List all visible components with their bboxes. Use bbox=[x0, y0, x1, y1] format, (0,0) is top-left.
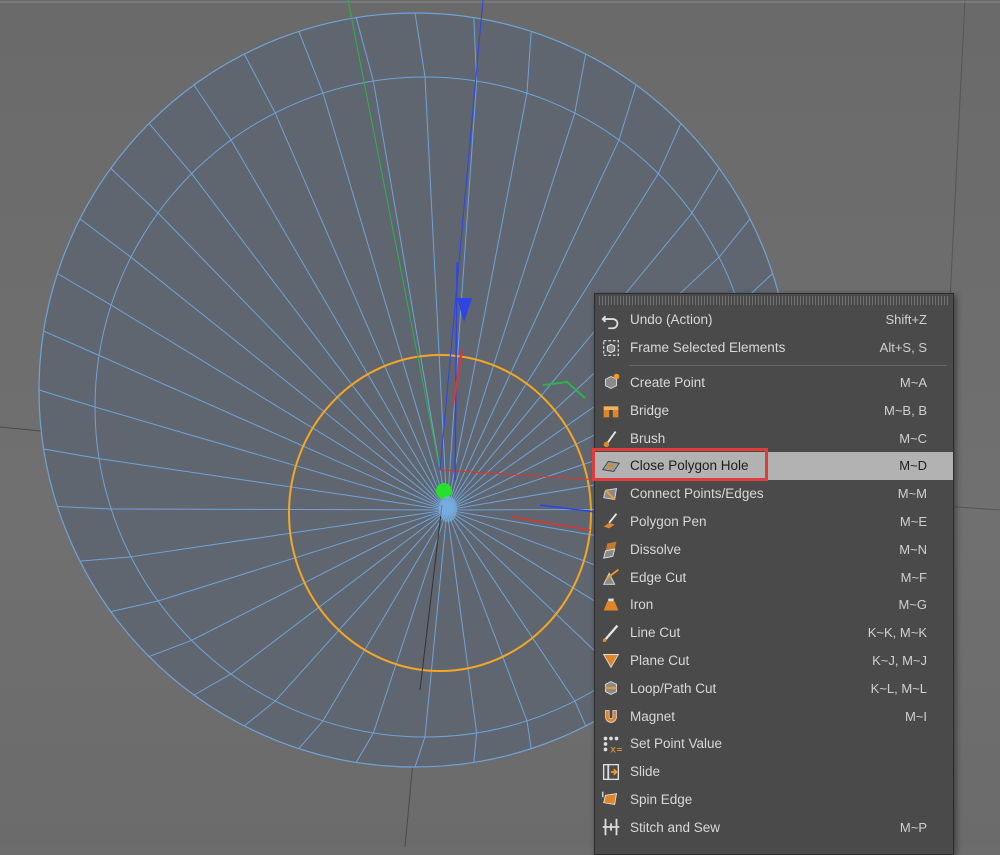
menu-item-slide[interactable]: Slide bbox=[595, 758, 953, 786]
menu-item-spin-edge[interactable]: Spin Edge bbox=[595, 786, 953, 814]
menu-item-loop-path-cut[interactable]: Loop/Path Cut K~L, M~L bbox=[595, 674, 953, 702]
dissolve-icon bbox=[599, 537, 623, 561]
menu-item-label: Polygon Pen bbox=[630, 513, 707, 529]
menu-item-line-cut[interactable]: Line Cut K~K, M~K bbox=[595, 619, 953, 647]
menu-item-set-point-value[interactable]: x= Set Point Value bbox=[595, 730, 953, 758]
stitch-and-sew-icon bbox=[599, 815, 623, 839]
menu-item-shortcut: M~M bbox=[897, 486, 927, 502]
menu-item-polygon-pen[interactable]: Polygon Pen M~E bbox=[595, 508, 953, 536]
menu-item-shortcut: M~E bbox=[899, 513, 927, 529]
menu-item-plane-cut[interactable]: Plane Cut K~J, M~J bbox=[595, 647, 953, 675]
frame-selected-icon bbox=[599, 336, 623, 360]
menu-item-undo[interactable]: Undo (Action) Shift+Z bbox=[595, 306, 953, 334]
menu-item-shortcut: K~K, M~K bbox=[867, 625, 927, 641]
connect-points-icon bbox=[599, 482, 623, 506]
menu-item-label: Magnet bbox=[630, 708, 676, 724]
menu-item-label: Close Polygon Hole bbox=[630, 458, 749, 474]
line-cut-icon bbox=[599, 621, 623, 645]
menu-item-shortcut: M~N bbox=[899, 541, 927, 557]
menu-item-label: Dissolve bbox=[630, 541, 682, 557]
menu-item-dissolve[interactable]: Dissolve M~N bbox=[595, 535, 953, 563]
close-polygon-hole-icon bbox=[599, 454, 623, 478]
brush-icon bbox=[599, 426, 623, 450]
edge-cut-icon bbox=[599, 565, 623, 589]
menu-item-label: Connect Points/Edges bbox=[630, 486, 764, 502]
menu-item-label: Undo (Action) bbox=[630, 312, 713, 328]
menu-item-label: Edge Cut bbox=[630, 569, 687, 585]
menu-item-label: Set Point Value bbox=[630, 736, 723, 752]
menu-item-shortcut: Shift+Z bbox=[885, 312, 927, 328]
menu-item-shortcut: M~A bbox=[899, 374, 927, 390]
menu-item-label: Create Point bbox=[630, 374, 706, 390]
menu-item-shortcut: Alt+S, S bbox=[879, 340, 927, 356]
menu-item-shortcut: M~G bbox=[898, 597, 927, 613]
menu-item-close-polygon-hole[interactable]: Close Polygon Hole M~D bbox=[595, 451, 953, 480]
menu-item-label: Brush bbox=[630, 430, 666, 446]
magnet-icon bbox=[599, 704, 623, 728]
menu-item-brush[interactable]: Brush M~C bbox=[595, 424, 953, 452]
polygon-pen-icon bbox=[599, 509, 623, 533]
menu-item-shortcut: M~C bbox=[899, 430, 927, 446]
menu-drag-grip[interactable] bbox=[599, 296, 949, 305]
menu-item-magnet[interactable]: Magnet M~I bbox=[595, 702, 953, 730]
menu-item-label: Slide bbox=[630, 764, 661, 780]
menu-item-connect-points[interactable]: Connect Points/Edges M~M bbox=[595, 480, 953, 508]
menu-item-shortcut: K~J, M~J bbox=[872, 652, 927, 668]
svg-text:x=: x= bbox=[610, 744, 622, 755]
menu-item-shortcut: K~L, M~L bbox=[870, 680, 927, 696]
menu-item-shortcut: M~B, B bbox=[884, 402, 927, 418]
context-menu: Undo (Action) Shift+Z Frame Selected Eleme… bbox=[594, 293, 954, 855]
menu-item-label: Loop/Path Cut bbox=[630, 680, 717, 696]
menu-item-label: Stitch and Sew bbox=[630, 819, 721, 835]
loop-path-cut-icon bbox=[599, 676, 623, 700]
menu-item-label: Plane Cut bbox=[630, 652, 690, 668]
menu-item-stitch-and-sew[interactable]: Stitch and Sew M~P bbox=[595, 813, 953, 841]
menu-item-frame-selected[interactable]: Frame Selected Elements Alt+S, S bbox=[595, 334, 953, 362]
bridge-icon bbox=[599, 398, 623, 422]
iron-icon bbox=[599, 593, 623, 617]
menu-item-shortcut: M~F bbox=[900, 569, 927, 585]
menu-item-shortcut: M~I bbox=[904, 708, 927, 724]
grid-line bbox=[949, 0, 966, 301]
menu-item-shortcut: M~P bbox=[899, 819, 927, 835]
center-vertex-cluster bbox=[439, 496, 457, 522]
set-point-value-icon: x= bbox=[599, 732, 623, 756]
menu-item-bridge[interactable]: Bridge M~B, B bbox=[595, 396, 953, 424]
menu-item-label: Spin Edge bbox=[630, 791, 693, 807]
undo-icon bbox=[599, 308, 623, 332]
slide-icon bbox=[599, 760, 623, 784]
menu-item-label: Line Cut bbox=[630, 625, 681, 641]
create-point-icon bbox=[599, 370, 623, 394]
plane-cut-icon bbox=[599, 648, 623, 672]
menu-item-edge-cut[interactable]: Edge Cut M~F bbox=[595, 563, 953, 591]
menu-item-create-point[interactable]: Create Point M~A bbox=[595, 369, 953, 397]
menu-item-label: Iron bbox=[630, 597, 654, 613]
spin-edge-icon bbox=[599, 787, 623, 811]
menu-separator bbox=[629, 364, 947, 366]
menu-item-label: Bridge bbox=[630, 402, 670, 418]
menu-item-label: Frame Selected Elements bbox=[630, 340, 786, 356]
menu-item-iron[interactable]: Iron M~G bbox=[595, 591, 953, 619]
menu-item-shortcut: M~D bbox=[899, 458, 927, 474]
